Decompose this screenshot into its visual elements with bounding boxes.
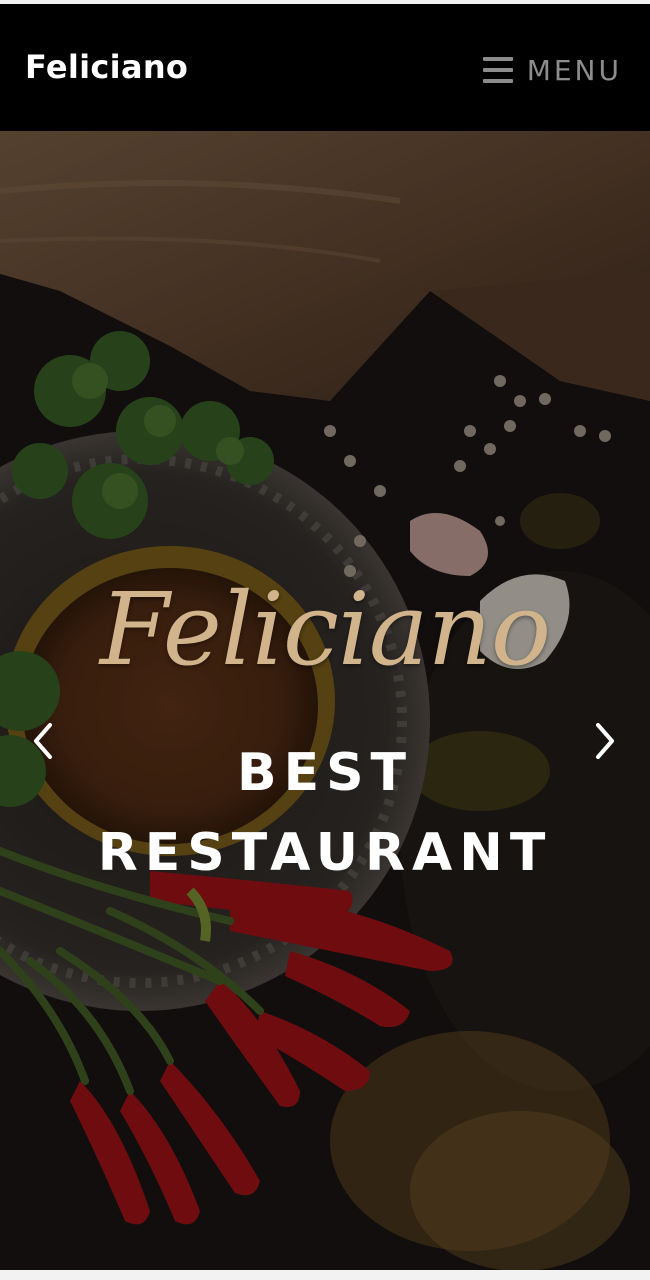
hero-slider: Feliciano BEST RESTAURANT — [0, 131, 650, 1270]
chevron-right-icon — [596, 723, 614, 759]
navbar: Feliciano MENU — [0, 4, 650, 131]
chevron-left-icon — [34, 723, 52, 759]
slider-prev-button[interactable] — [24, 721, 64, 761]
app-frame: Feliciano MENU Feliciano BEST RESTAURANT — [0, 4, 650, 1270]
menu-label: MENU — [526, 53, 622, 87]
brand-logo[interactable]: Feliciano — [25, 48, 188, 86]
hero-headline-line1: BEST — [236, 743, 414, 803]
hero-headline-line2: RESTAURANT — [97, 823, 553, 883]
slider-next-button[interactable] — [584, 721, 624, 761]
hero-script-title: Feliciano — [99, 571, 551, 688]
hero-overlay — [0, 131, 650, 1270]
hamburger-icon — [482, 57, 513, 83]
menu-toggle-button[interactable]: MENU — [482, 52, 622, 88]
